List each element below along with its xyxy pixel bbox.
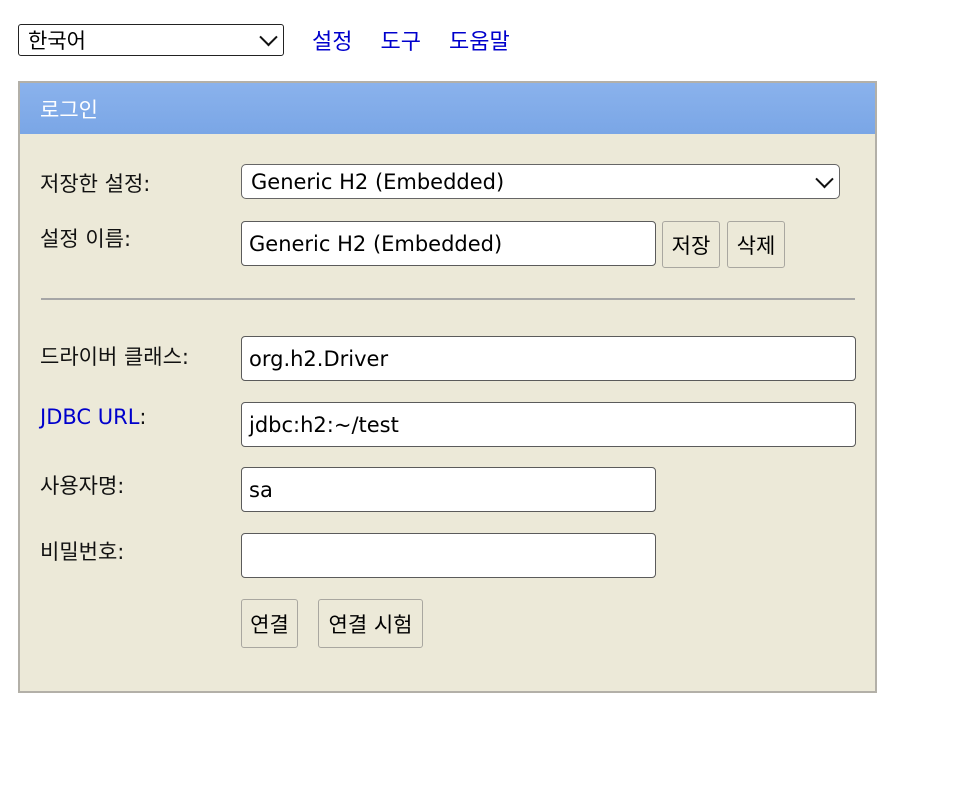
saved-settings-label: 저장한 설정: [40,172,151,196]
driver-class-input[interactable]: org.h2.Driver [241,336,856,381]
setting-name-value: Generic H2 (Embedded) [249,231,503,256]
chevron-down-icon [259,27,278,47]
language-select-value: 한국어 [28,29,86,53]
panel-header: 로그인 [20,83,875,134]
top-bar: 한국어 설정 도구 도움말 [18,22,510,58]
test-connection-button[interactable]: 연결 시험 [318,599,423,648]
jdbc-url-label: JDBC URL: [40,405,146,429]
connect-button[interactable]: 연결 [241,599,298,648]
username-label: 사용자명: [40,474,125,498]
setting-name-input[interactable]: Generic H2 (Embedded) [241,221,656,266]
driver-class-label: 드라이버 클래스: [40,345,189,369]
help-link[interactable]: 도움말 [449,24,510,56]
saved-settings-select[interactable]: Generic H2 (Embedded) [241,164,840,199]
jdbc-url-help-link[interactable]: JDBC URL [40,405,139,429]
delete-button[interactable]: 삭제 [727,221,785,268]
jdbc-url-colon: : [139,405,147,429]
password-label: 비밀번호: [40,540,125,564]
settings-link[interactable]: 설정 [312,24,352,56]
jdbc-url-input[interactable]: jdbc:h2:~/test [241,402,856,447]
saved-settings-value: Generic H2 (Embedded) [251,169,505,194]
save-button[interactable]: 저장 [662,221,720,268]
jdbc-url-value: jdbc:h2:~/test [249,412,399,437]
chevron-down-icon [815,169,834,188]
login-panel: 로그인 저장한 설정: Generic H2 (Embedded) 설정 이름:… [18,81,877,693]
username-input[interactable]: sa [241,467,656,512]
driver-class-value: org.h2.Driver [249,346,389,371]
language-select[interactable]: 한국어 [18,24,284,56]
password-input[interactable] [241,533,656,578]
divider [41,298,855,300]
panel-title: 로그인 [40,97,98,122]
username-value: sa [249,477,273,502]
setting-name-label: 설정 이름: [40,227,132,251]
tools-link[interactable]: 도구 [380,24,420,56]
